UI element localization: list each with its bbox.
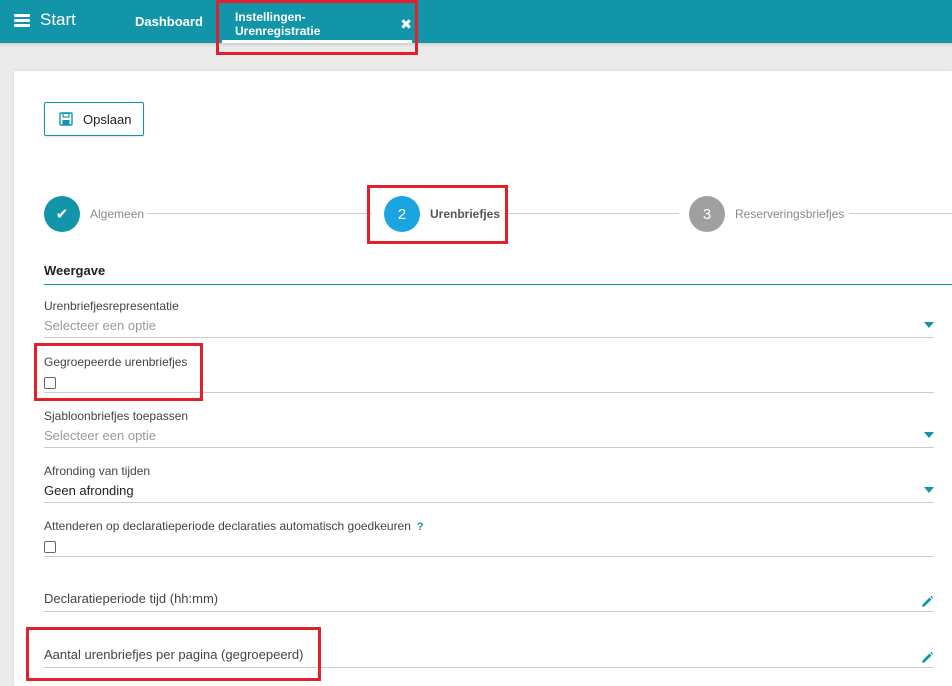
attenderen-checkbox[interactable] <box>44 541 56 553</box>
field-underline <box>44 611 934 612</box>
field-label: Afronding van tijden <box>44 464 151 478</box>
step-reserveringsbriefjes[interactable]: 3 Reserveringsbriefjes <box>689 196 844 232</box>
field-label: Attenderen op declaratieperiode declarat… <box>44 519 411 533</box>
navbar-shadow <box>0 43 952 47</box>
save-button-label: Opslaan <box>83 111 132 127</box>
section-title: Weergave <box>44 263 106 278</box>
caret-down-icon[interactable] <box>924 487 934 493</box>
step-connector <box>147 213 372 214</box>
step-label: Algemeen <box>90 207 145 221</box>
field-underline <box>44 447 934 448</box>
step-algemeen[interactable]: ✔ Algemeen <box>44 196 144 232</box>
step-connector <box>849 213 952 214</box>
main-menu-button[interactable]: Start <box>14 10 76 30</box>
highlight-box <box>34 343 203 401</box>
field-label: Sjabloonbriefjes toepassen <box>44 409 189 423</box>
highlight-box <box>216 0 418 55</box>
step-number: 3 <box>689 196 725 232</box>
tab-dashboard[interactable]: Dashboard <box>135 14 203 29</box>
select-value: Geen afronding <box>44 483 134 498</box>
section-divider <box>44 284 952 285</box>
field-underline <box>44 556 934 557</box>
select-placeholder: Selecteer een optie <box>44 318 157 333</box>
save-button[interactable]: Opslaan <box>44 102 144 136</box>
caret-down-icon[interactable] <box>924 322 934 328</box>
floppy-disk-icon <box>59 112 73 126</box>
field-label: Urenbriefjesrepresentatie <box>44 299 179 313</box>
declaratie-tijd-field[interactable]: Declaratieperiode tijd (hh:mm) <box>44 591 934 615</box>
top-navbar: Start Dashboard Instellingen-Urenregistr… <box>0 0 952 43</box>
representatie-select[interactable]: Urenbriefjesrepresentatie Selecteer een … <box>44 299 934 339</box>
select-placeholder: Selecteer een optie <box>44 428 157 443</box>
step-connector <box>504 213 679 214</box>
field-underline <box>44 337 934 338</box>
field-underline <box>44 502 934 503</box>
start-label: Start <box>40 10 76 29</box>
help-icon[interactable]: ? <box>417 521 424 533</box>
step-label: Reserveringsbriefjes <box>735 207 845 221</box>
field-label: Declaratieperiode tijd (hh:mm) <box>44 591 219 606</box>
sjabloon-select[interactable]: Sjabloonbriefjes toepassen Selecteer een… <box>44 409 934 449</box>
pencil-icon[interactable] <box>920 595 934 609</box>
field-label-row: Attenderen op declaratieperiode declarat… <box>44 519 934 533</box>
hamburger-icon <box>14 13 30 27</box>
highlight-box <box>367 185 508 244</box>
caret-down-icon[interactable] <box>924 432 934 438</box>
checkmark-icon: ✔ <box>44 196 80 232</box>
afronding-select[interactable]: Afronding van tijden Geen afronding <box>44 464 934 504</box>
highlight-box <box>26 627 321 681</box>
pencil-icon[interactable] <box>920 651 934 665</box>
attenderen-field: Attenderen op declaratieperiode declarat… <box>44 519 934 559</box>
